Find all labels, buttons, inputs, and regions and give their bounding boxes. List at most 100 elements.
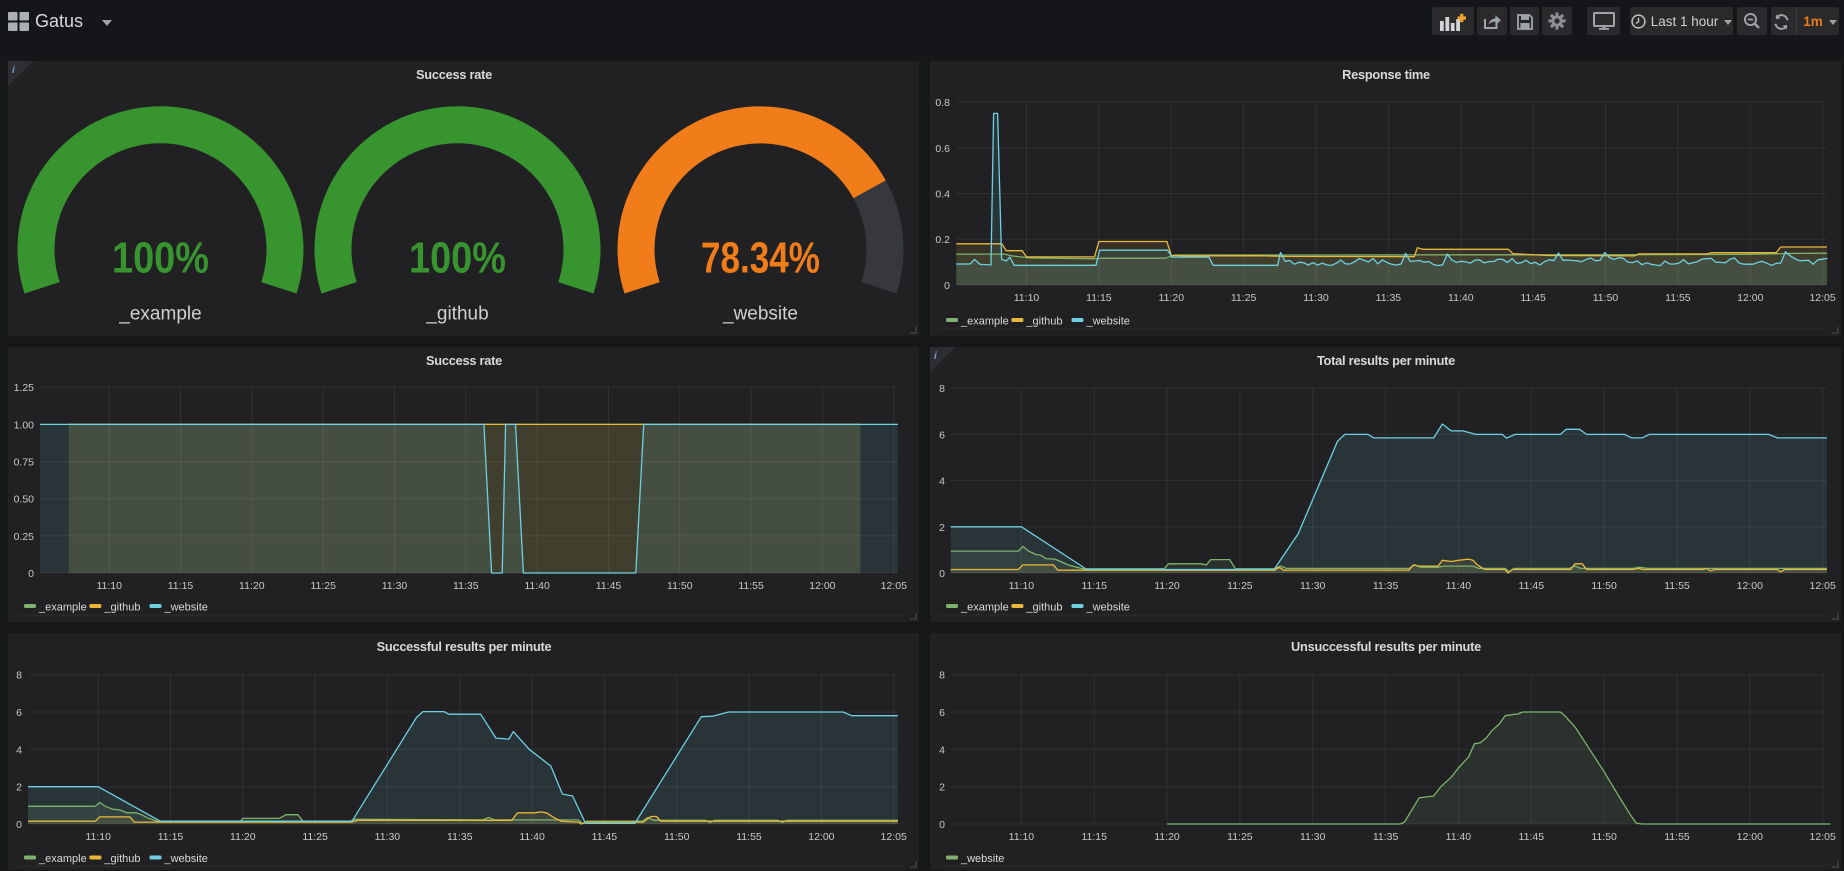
svg-text:6: 6 xyxy=(16,707,22,719)
svg-text:_github: _github xyxy=(1025,316,1062,328)
svg-text:11:15: 11:15 xyxy=(168,580,194,592)
svg-text:12:00: 12:00 xyxy=(1737,831,1763,843)
svg-text:11:50: 11:50 xyxy=(1591,831,1617,843)
svg-text:0.25: 0.25 xyxy=(14,531,35,543)
svg-text:11:15: 11:15 xyxy=(1086,292,1112,304)
svg-text:11:15: 11:15 xyxy=(1081,831,1107,843)
svg-text:11:25: 11:25 xyxy=(1227,831,1253,843)
svg-text:11:30: 11:30 xyxy=(1300,831,1326,843)
svg-text:12:00: 12:00 xyxy=(809,580,835,592)
svg-text:11:10: 11:10 xyxy=(1009,831,1035,843)
svg-text:11:55: 11:55 xyxy=(736,831,762,843)
svg-text:4: 4 xyxy=(939,744,945,756)
svg-text:12:00: 12:00 xyxy=(1737,292,1763,304)
svg-text:11:40: 11:40 xyxy=(1446,831,1472,843)
svg-text:11:45: 11:45 xyxy=(596,580,622,592)
svg-text:11:20: 11:20 xyxy=(230,831,256,843)
svg-text:2: 2 xyxy=(939,522,945,534)
svg-text:_website: _website xyxy=(1086,316,1130,328)
svg-text:11:10: 11:10 xyxy=(1009,580,1035,592)
svg-text:11:50: 11:50 xyxy=(1593,292,1619,304)
svg-text:11:35: 11:35 xyxy=(447,831,473,843)
svg-text:Success rate: Success rate xyxy=(426,353,502,368)
svg-text:i: i xyxy=(934,351,937,362)
svg-text:11:10: 11:10 xyxy=(85,831,111,843)
svg-text:_example: _example xyxy=(38,853,87,865)
svg-text:0.4: 0.4 xyxy=(935,189,950,201)
svg-text:11:45: 11:45 xyxy=(1520,292,1546,304)
svg-text:11:25: 11:25 xyxy=(310,580,336,592)
svg-text:11:25: 11:25 xyxy=(1231,292,1257,304)
svg-text:Unsuccessful results per minut: Unsuccessful results per minute xyxy=(1291,639,1481,654)
svg-text:11:35: 11:35 xyxy=(1376,292,1402,304)
svg-text:11:25: 11:25 xyxy=(1227,580,1253,592)
svg-text:11:20: 11:20 xyxy=(239,580,265,592)
svg-text:11:40: 11:40 xyxy=(524,580,550,592)
svg-text:0.8: 0.8 xyxy=(935,97,950,109)
svg-text:1.25: 1.25 xyxy=(14,382,35,394)
svg-text:_example: _example xyxy=(960,316,1009,328)
svg-text:100%: 100% xyxy=(409,234,506,283)
svg-text:12:05: 12:05 xyxy=(1810,831,1836,843)
svg-text:11:30: 11:30 xyxy=(1303,292,1329,304)
svg-text:12:05: 12:05 xyxy=(1809,292,1835,304)
svg-text:11:55: 11:55 xyxy=(1664,580,1690,592)
svg-text:_example: _example xyxy=(960,602,1009,614)
svg-text:11:40: 11:40 xyxy=(519,831,545,843)
svg-text:_example: _example xyxy=(38,602,87,614)
svg-text:_example: _example xyxy=(118,303,201,324)
svg-text:6: 6 xyxy=(939,429,945,441)
svg-text:Response time: Response time xyxy=(1342,67,1430,82)
svg-text:11:30: 11:30 xyxy=(382,580,408,592)
svg-text:0: 0 xyxy=(939,819,945,831)
svg-text:11:30: 11:30 xyxy=(1300,580,1326,592)
svg-text:11:10: 11:10 xyxy=(96,580,122,592)
svg-text:11:15: 11:15 xyxy=(1081,580,1107,592)
svg-text:12:05: 12:05 xyxy=(1810,580,1836,592)
svg-text:11:45: 11:45 xyxy=(1519,580,1545,592)
svg-text:11:35: 11:35 xyxy=(1373,831,1399,843)
svg-text:12:05: 12:05 xyxy=(881,831,907,843)
svg-text:11:45: 11:45 xyxy=(592,831,618,843)
svg-text:2: 2 xyxy=(16,782,22,794)
svg-text:Successful results per minute: Successful results per minute xyxy=(377,639,552,654)
svg-text:100%: 100% xyxy=(112,234,209,283)
svg-text:_github: _github xyxy=(425,303,488,324)
svg-text:11:25: 11:25 xyxy=(302,831,328,843)
svg-text:_github: _github xyxy=(1025,602,1062,614)
svg-text:8: 8 xyxy=(16,670,22,682)
svg-text:_github: _github xyxy=(103,853,140,865)
svg-text:11:55: 11:55 xyxy=(738,580,764,592)
svg-text:1.00: 1.00 xyxy=(14,419,35,431)
svg-text:11:30: 11:30 xyxy=(375,831,401,843)
svg-text:Total results per minute: Total results per minute xyxy=(1317,353,1455,368)
svg-text:_github: _github xyxy=(103,602,140,614)
svg-text:_website: _website xyxy=(1086,602,1130,614)
svg-text:2: 2 xyxy=(939,782,945,794)
svg-text:4: 4 xyxy=(939,476,945,488)
svg-text:12:05: 12:05 xyxy=(881,580,907,592)
svg-text:11:50: 11:50 xyxy=(1591,580,1617,592)
svg-text:11:50: 11:50 xyxy=(667,580,693,592)
svg-text:0: 0 xyxy=(28,568,34,580)
svg-text:_website: _website xyxy=(722,303,798,324)
svg-text:0.6: 0.6 xyxy=(935,143,950,155)
svg-text:78.34%: 78.34% xyxy=(701,234,820,283)
svg-text:0: 0 xyxy=(939,568,945,580)
svg-text:11:55: 11:55 xyxy=(1664,831,1690,843)
svg-text:11:40: 11:40 xyxy=(1448,292,1474,304)
svg-text:11:20: 11:20 xyxy=(1154,580,1180,592)
svg-text:12:00: 12:00 xyxy=(1737,580,1763,592)
svg-text:11:20: 11:20 xyxy=(1154,831,1180,843)
svg-text:0: 0 xyxy=(944,280,950,292)
svg-text:0: 0 xyxy=(16,819,22,831)
svg-text:12:00: 12:00 xyxy=(808,831,834,843)
svg-text:11:40: 11:40 xyxy=(1446,580,1472,592)
svg-text:0.75: 0.75 xyxy=(14,457,35,469)
svg-text:_website: _website xyxy=(164,853,208,865)
svg-text:11:45: 11:45 xyxy=(1519,831,1545,843)
svg-text:6: 6 xyxy=(939,707,945,719)
svg-text:4: 4 xyxy=(16,744,22,756)
svg-text:Success rate: Success rate xyxy=(416,67,492,82)
svg-text:_website: _website xyxy=(960,853,1004,865)
